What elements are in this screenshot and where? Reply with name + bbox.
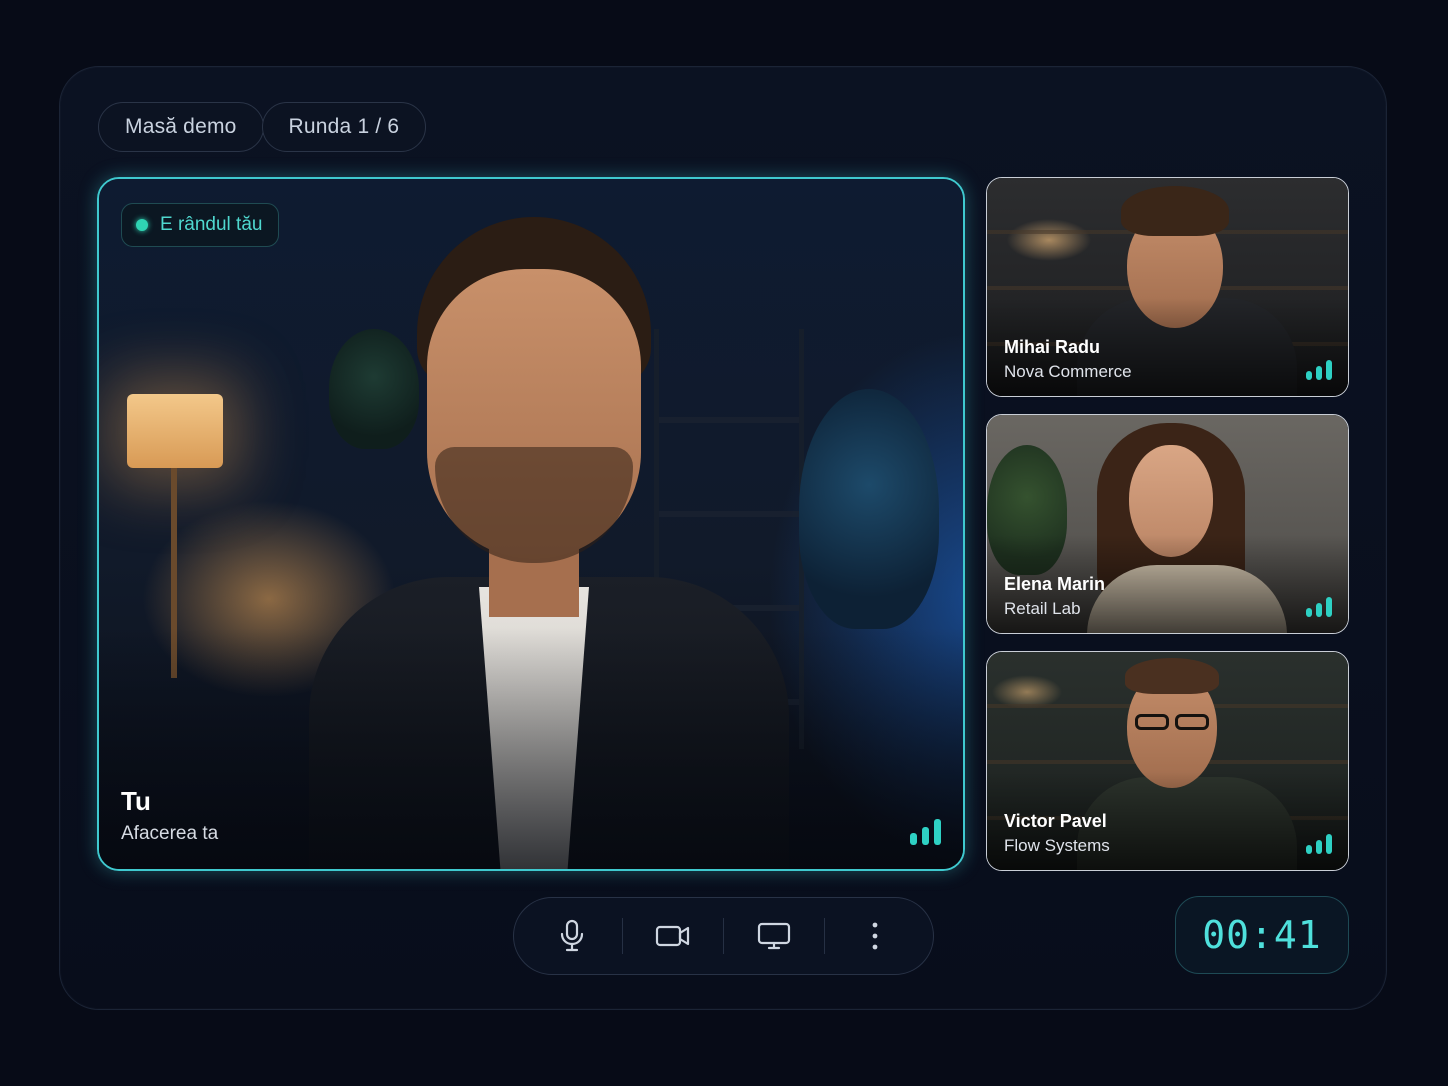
main-video-tile[interactable]: E rândul tău Tu Afacerea ta — [97, 177, 965, 871]
call-controls — [513, 897, 934, 975]
more-vertical-icon — [872, 922, 878, 950]
separator — [824, 918, 825, 954]
participant-company: Flow Systems — [1004, 836, 1110, 855]
participant-name: Mihai Radu — [1004, 337, 1101, 357]
main-participant-company: Afacerea ta — [121, 823, 219, 844]
camera-icon — [655, 925, 690, 947]
header-chips: Masă demo Runda 1 / 6 — [98, 102, 427, 152]
microphone-icon — [560, 919, 584, 952]
screen-share-icon — [757, 922, 791, 950]
participant-tile[interactable]: Elena Marin Retail Lab — [986, 414, 1349, 634]
status-dot-icon — [136, 219, 148, 231]
turn-badge-label: E rândul tău — [160, 214, 263, 235]
camera-button[interactable] — [643, 906, 703, 966]
more-options-button[interactable] — [845, 906, 905, 966]
signal-bars-icon — [1306, 597, 1332, 617]
video-gradient-overlay — [99, 179, 963, 869]
signal-bars-icon — [1306, 360, 1332, 380]
table-chip[interactable]: Masă demo — [98, 102, 264, 152]
participant-tile[interactable]: Victor Pavel Flow Systems — [986, 651, 1349, 871]
participant-tile[interactable]: Mihai Radu Nova Commerce — [986, 177, 1349, 397]
main-participant-name: Tu — [121, 786, 151, 816]
microphone-button[interactable] — [542, 906, 602, 966]
signal-bars-icon — [1306, 834, 1332, 854]
separator — [622, 918, 623, 954]
screen-share-button[interactable] — [744, 906, 804, 966]
participant-company: Nova Commerce — [1004, 362, 1132, 381]
separator — [723, 918, 724, 954]
round-chip[interactable]: Runda 1 / 6 — [261, 102, 427, 152]
turn-badge: E rândul tău — [121, 203, 280, 247]
participant-name: Victor Pavel — [1004, 811, 1107, 831]
participant-company: Retail Lab — [1004, 599, 1081, 618]
round-timer: 00:41 — [1175, 896, 1349, 974]
signal-bars-icon — [910, 819, 941, 845]
participant-name: Elena Marin — [1004, 574, 1106, 594]
